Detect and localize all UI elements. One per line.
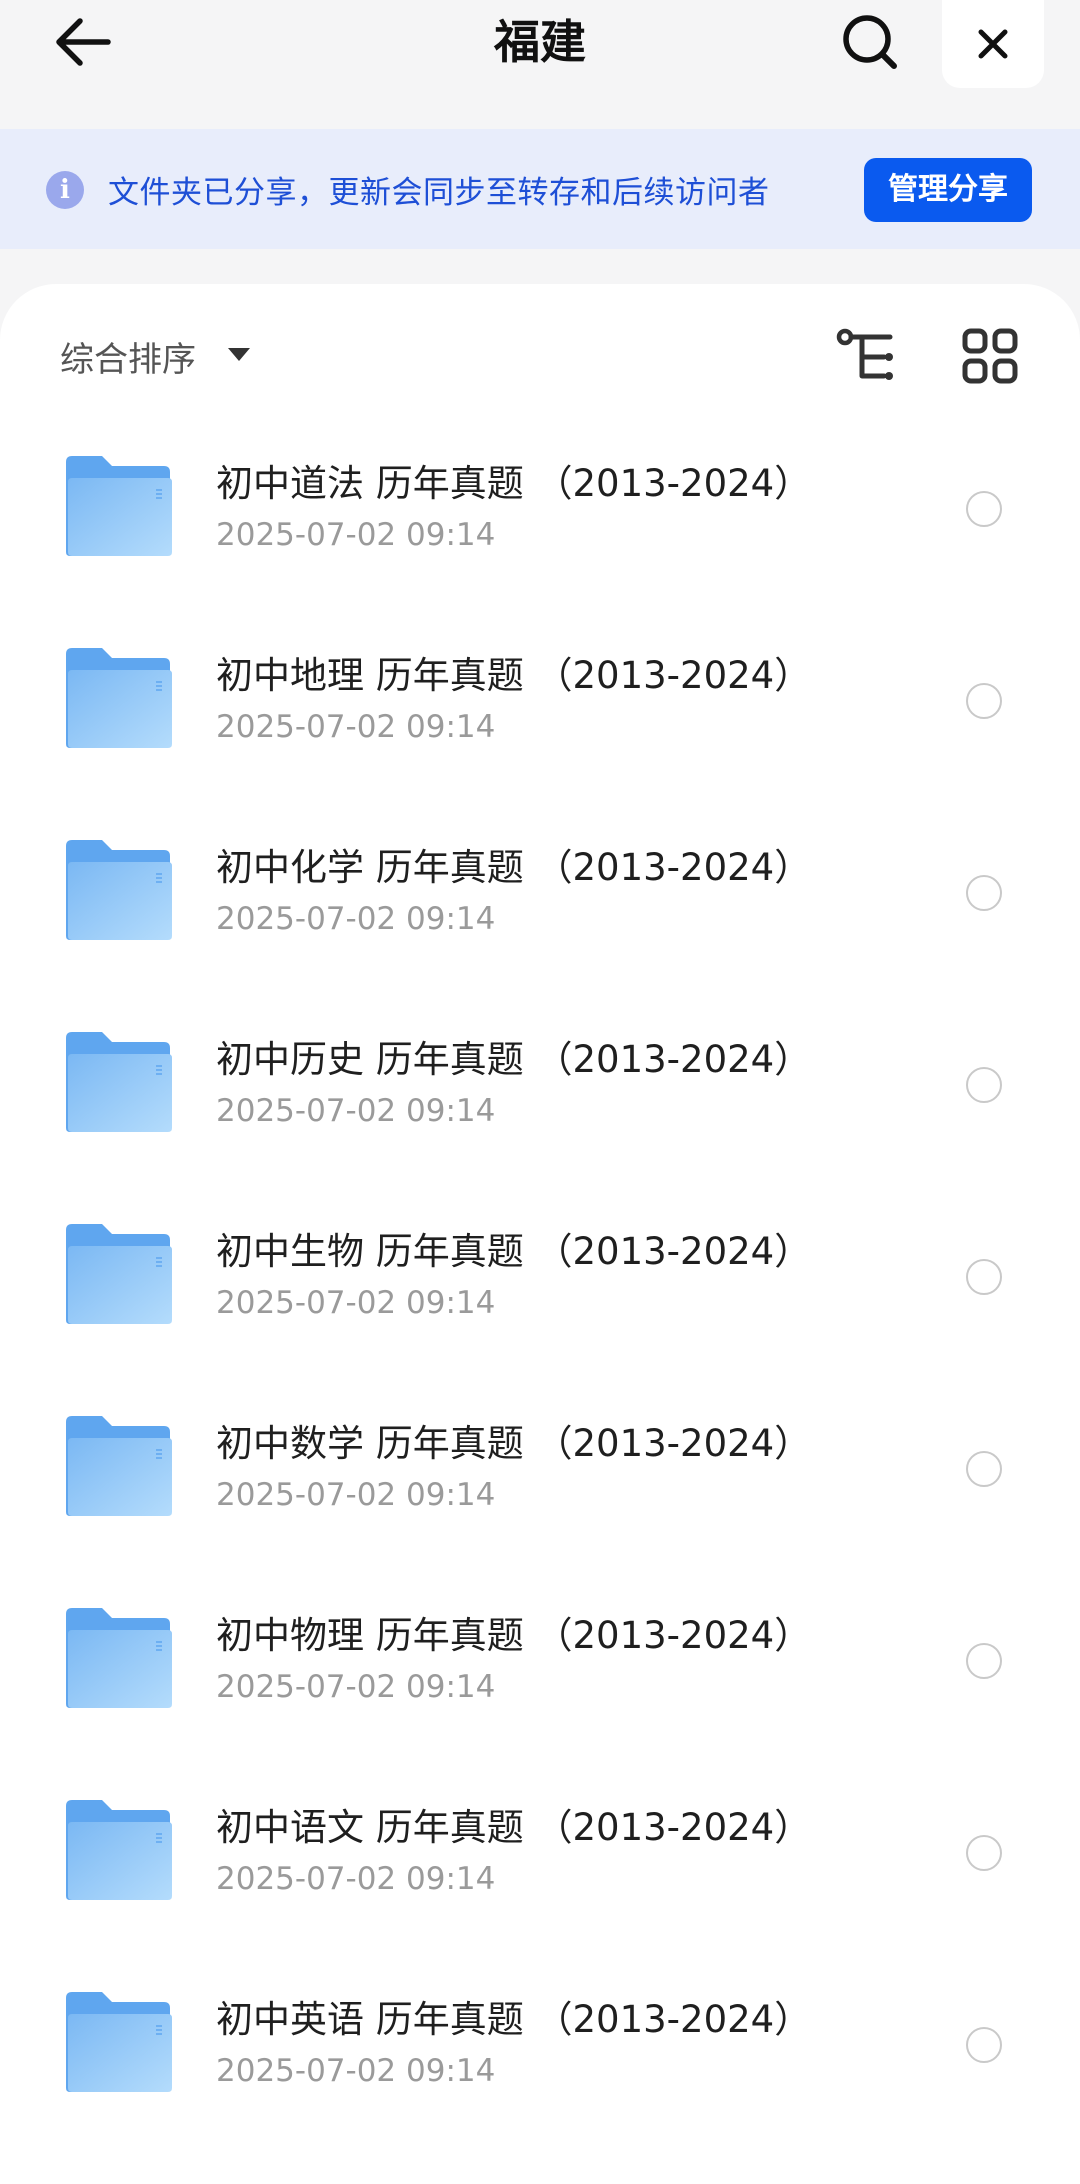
folder-row[interactable]: 初中地理 历年真题 （2013-2024） 2025-07-02 09:14 — [0, 611, 1080, 803]
grid-view-icon — [962, 328, 1018, 384]
select-radio-9[interactable] — [966, 2027, 1002, 2063]
folder-icon — [66, 840, 172, 940]
folder-icon — [66, 648, 172, 748]
folder-modified-date: 2025-07-02 09:14 — [216, 1669, 496, 1705]
select-radio-3[interactable] — [966, 875, 1002, 911]
select-radio-7[interactable] — [966, 1643, 1002, 1679]
select-radio-1[interactable] — [966, 491, 1002, 527]
caret-down-icon[interactable] — [228, 348, 250, 361]
select-radio-2[interactable] — [966, 683, 1002, 719]
folder-icon — [66, 1992, 172, 2092]
folder-icon — [66, 1608, 172, 1708]
share-notice-text: 文件夹已分享，更新会同步至转存和后续访问者 — [108, 175, 770, 211]
select-radio-5[interactable] — [966, 1259, 1002, 1295]
tree-view-button[interactable] — [836, 326, 898, 388]
folder-name: 初中化学 历年真题 （2013-2024） — [216, 846, 812, 889]
share-notice-banner: i 文件夹已分享，更新会同步至转存和后续访问者 管理分享 — [0, 129, 1080, 249]
folder-row[interactable]: 初中历史 历年真题 （2013-2024） 2025-07-02 09:14 — [0, 995, 1080, 1187]
folder-icon — [66, 1032, 172, 1132]
tree-view-icon — [836, 328, 893, 380]
folder-name: 初中语文 历年真题 （2013-2024） — [216, 1806, 812, 1849]
folder-modified-date: 2025-07-02 09:14 — [216, 1477, 496, 1513]
select-radio-6[interactable] — [966, 1451, 1002, 1487]
info-icon: i — [46, 171, 84, 209]
folder-row[interactable]: 初中道法 历年真题 （2013-2024） 2025-07-02 09:14 — [0, 419, 1080, 611]
search-button[interactable] — [830, 2, 910, 82]
sort-selector[interactable]: 综合排序 — [60, 332, 196, 381]
select-radio-4[interactable] — [966, 1067, 1002, 1103]
folder-name: 初中数学 历年真题 （2013-2024） — [216, 1422, 812, 1465]
folder-list: 初中道法 历年真题 （2013-2024） 2025-07-02 09:14 初… — [0, 419, 1080, 2147]
folder-modified-date: 2025-07-02 09:14 — [216, 709, 496, 745]
folder-name: 初中物理 历年真题 （2013-2024） — [216, 1614, 812, 1657]
folder-icon — [66, 1224, 172, 1324]
folder-row[interactable]: 初中数学 历年真题 （2013-2024） 2025-07-02 09:14 — [0, 1379, 1080, 1571]
manage-share-button[interactable]: 管理分享 — [864, 158, 1032, 222]
folder-name: 初中生物 历年真题 （2013-2024） — [216, 1230, 812, 1273]
page-title: 福建 — [494, 15, 586, 69]
folder-icon — [66, 456, 172, 556]
folder-modified-date: 2025-07-02 09:14 — [216, 901, 496, 937]
folder-name: 初中历史 历年真题 （2013-2024） — [216, 1038, 812, 1081]
folder-row[interactable]: 初中英语 历年真题 （2013-2024） 2025-07-02 09:14 — [0, 1955, 1080, 2147]
top-bar: 福建 — [0, 0, 1080, 128]
folder-row[interactable]: 初中语文 历年真题 （2013-2024） 2025-07-02 09:14 — [0, 1763, 1080, 1955]
folder-modified-date: 2025-07-02 09:14 — [216, 2053, 496, 2089]
grid-view-button[interactable] — [962, 328, 1018, 384]
folder-modified-date: 2025-07-02 09:14 — [216, 1285, 496, 1321]
folder-name: 初中英语 历年真题 （2013-2024） — [216, 1998, 812, 2041]
folder-modified-date: 2025-07-02 09:14 — [216, 517, 496, 553]
close-button[interactable] — [942, 0, 1044, 88]
folder-row[interactable]: 初中物理 历年真题 （2013-2024） 2025-07-02 09:14 — [0, 1571, 1080, 1763]
select-radio-8[interactable] — [966, 1835, 1002, 1871]
folder-icon — [66, 1800, 172, 1900]
folder-icon — [66, 1416, 172, 1516]
close-icon — [978, 29, 1008, 59]
folder-name: 初中地理 历年真题 （2013-2024） — [216, 654, 812, 697]
folder-modified-date: 2025-07-02 09:14 — [216, 1861, 496, 1897]
folder-row[interactable]: 初中生物 历年真题 （2013-2024） 2025-07-02 09:14 — [0, 1187, 1080, 1379]
folder-modified-date: 2025-07-02 09:14 — [216, 1093, 496, 1129]
file-list-panel: 综合排序 初中道法 历年真题 （2013-2024） 2025-07-02 09… — [0, 284, 1080, 2184]
search-icon — [843, 15, 897, 69]
folder-name: 初中道法 历年真题 （2013-2024） — [216, 462, 812, 505]
folder-row[interactable]: 初中化学 历年真题 （2013-2024） 2025-07-02 09:14 — [0, 803, 1080, 995]
